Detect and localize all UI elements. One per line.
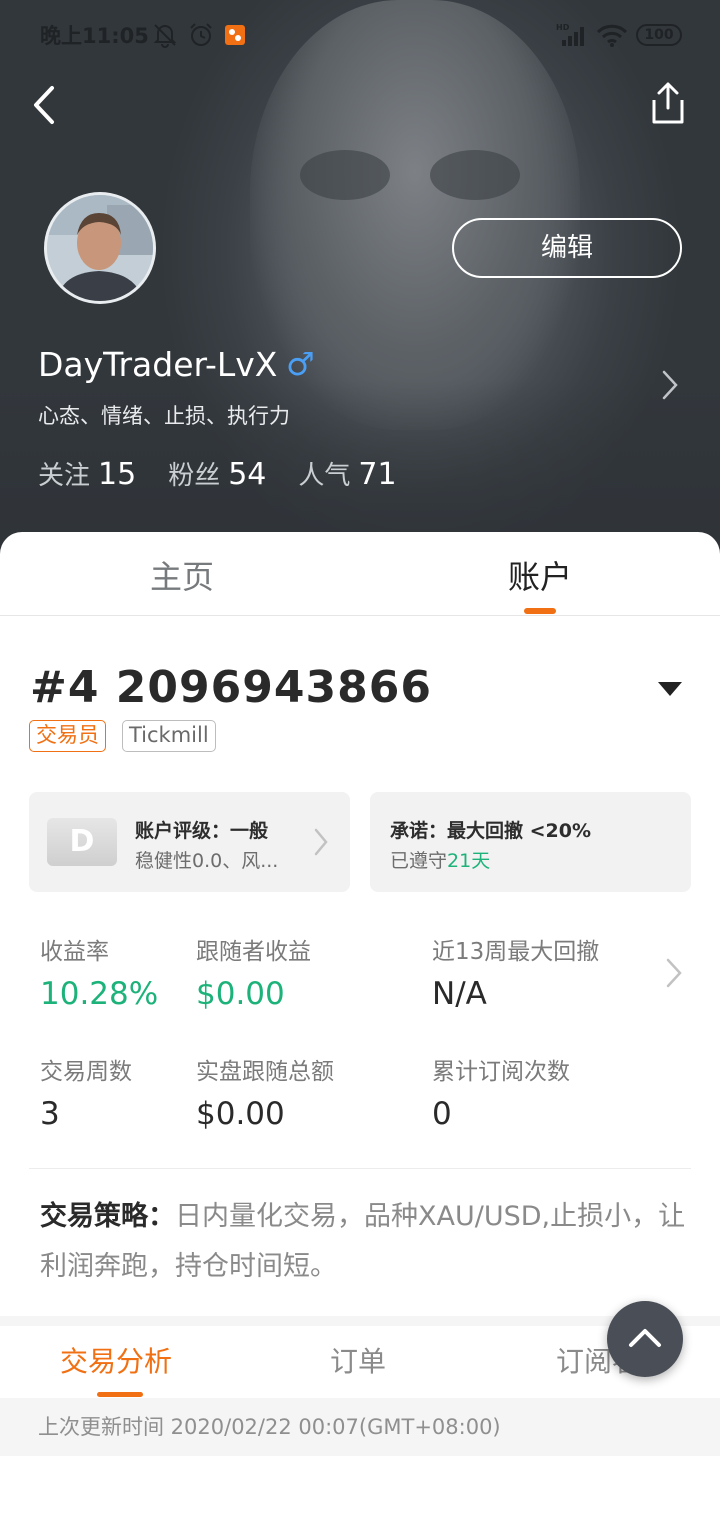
chevron-right-icon	[314, 828, 328, 856]
metric-label: 交易周数	[40, 1059, 132, 1085]
stat-label: 粉丝	[168, 461, 221, 491]
user-bio: 心态、情绪、止损、执行力	[38, 404, 290, 428]
promise-card[interactable]: 承诺：最大回撤 <20% 已遵守21天	[370, 792, 691, 892]
share-button[interactable]	[646, 78, 690, 128]
battery-icon: 100	[636, 24, 682, 46]
account-title: #4 2096943866	[30, 662, 432, 713]
last-update-time: 上次更新时间 2020/02/22 00:07(GMT+08:00)	[0, 1398, 720, 1456]
stat-value: 54	[228, 457, 267, 492]
active-tab-indicator	[524, 608, 556, 614]
avatar[interactable]	[44, 192, 156, 304]
metric-label: 实盘跟随总额	[196, 1059, 334, 1085]
metric-subscription-count: 累计订阅次数 0	[432, 1052, 570, 1132]
rating-badge: D	[47, 818, 117, 866]
metric-value: 3	[40, 1096, 60, 1132]
wifi-icon	[596, 24, 628, 47]
stat-label: 关注	[38, 461, 91, 491]
profile-detail-chevron-icon[interactable]	[660, 368, 680, 402]
trader-tag: 交易员	[29, 720, 106, 752]
rating-title: 账户评级：一般	[135, 820, 269, 842]
metric-max-drawdown: 近13周最大回撤 N/A	[432, 932, 599, 1012]
status-bar: 晚上11:05 HD 100	[0, 0, 720, 70]
svg-text:HD: HD	[556, 23, 570, 32]
account-dropdown-icon[interactable]	[656, 680, 684, 698]
broker-tag: Tickmill	[122, 720, 216, 752]
metric-value: $0.00	[196, 1096, 285, 1132]
profile-stats: 关注 15 粉丝 54 人气 71	[38, 455, 397, 492]
stat-value: 15	[98, 457, 137, 492]
promise-status-prefix: 已遵守	[390, 850, 448, 872]
stat-popularity: 人气 71	[298, 455, 396, 492]
tab-trade-analysis[interactable]: 交易分析	[60, 1340, 172, 1380]
male-gender-icon: ♂	[286, 345, 315, 383]
tab-home[interactable]: 主页	[150, 552, 214, 598]
divider	[29, 1168, 691, 1169]
metric-label: 累计订阅次数	[432, 1059, 570, 1085]
bell-off-icon	[153, 24, 177, 48]
stat-label: 人气	[298, 461, 351, 491]
promise-status: 已遵守21天	[390, 846, 490, 873]
alarm-icon	[190, 23, 212, 46]
username: DayTrader-LvX	[38, 345, 278, 384]
scroll-to-top-button[interactable]	[607, 1301, 683, 1377]
back-button[interactable]	[22, 80, 66, 130]
status-time: 晚上11:05	[40, 24, 149, 48]
account-rating-card[interactable]: D 账户评级：一般 稳健性0.0、风...	[29, 792, 350, 892]
signal-icon: HD	[556, 23, 584, 46]
strategy-label: 交易策略：	[40, 1201, 175, 1232]
edit-profile-button[interactable]: 编辑	[452, 218, 682, 278]
promise-days: 21天	[447, 850, 491, 872]
metric-label: 近13周最大回撤	[432, 939, 600, 965]
metric-value: 10.28%	[40, 976, 159, 1012]
background-shade	[430, 150, 520, 200]
metric-value: $0.00	[196, 976, 285, 1012]
promise-title: 承诺：最大回撤 <20%	[390, 820, 592, 842]
metrics-chevron-icon[interactable]	[664, 956, 684, 990]
avatar-photo	[47, 195, 153, 301]
app-notification-icon	[225, 25, 245, 45]
metric-value: 0	[432, 1096, 452, 1132]
metric-label: 跟随者收益	[196, 939, 311, 965]
metric-value: N/A	[432, 976, 487, 1012]
active-subtab-indicator	[97, 1392, 143, 1397]
metric-trading-weeks: 交易周数 3	[40, 1052, 132, 1132]
rating-detail: 稳健性0.0、风...	[135, 850, 279, 872]
metric-follower-profit: 跟随者收益 $0.00	[196, 932, 311, 1012]
metric-return-rate: 收益率 10.28%	[40, 932, 158, 1012]
background-shade	[300, 150, 390, 200]
tab-orders[interactable]: 订单	[330, 1340, 386, 1380]
stat-fans[interactable]: 粉丝 54	[168, 455, 266, 492]
tab-account[interactable]: 账户	[508, 552, 572, 598]
metric-label: 收益率	[40, 939, 109, 965]
main-tabs: 主页 账户	[0, 532, 720, 616]
chevron-up-icon	[629, 1329, 661, 1347]
trading-strategy: 交易策略：日内量化交易，品种XAU/USD,止损小，让利润奔跑，持仓时间短。	[40, 1192, 690, 1292]
profile-page: 晚上11:05 HD 100 编辑 DayTrader-LvX ♂ 心态、情绪、…	[0, 0, 720, 1520]
stat-value: 71	[358, 457, 397, 492]
stat-following[interactable]: 关注 15	[38, 455, 136, 492]
metric-follow-total: 实盘跟随总额 $0.00	[196, 1052, 334, 1132]
